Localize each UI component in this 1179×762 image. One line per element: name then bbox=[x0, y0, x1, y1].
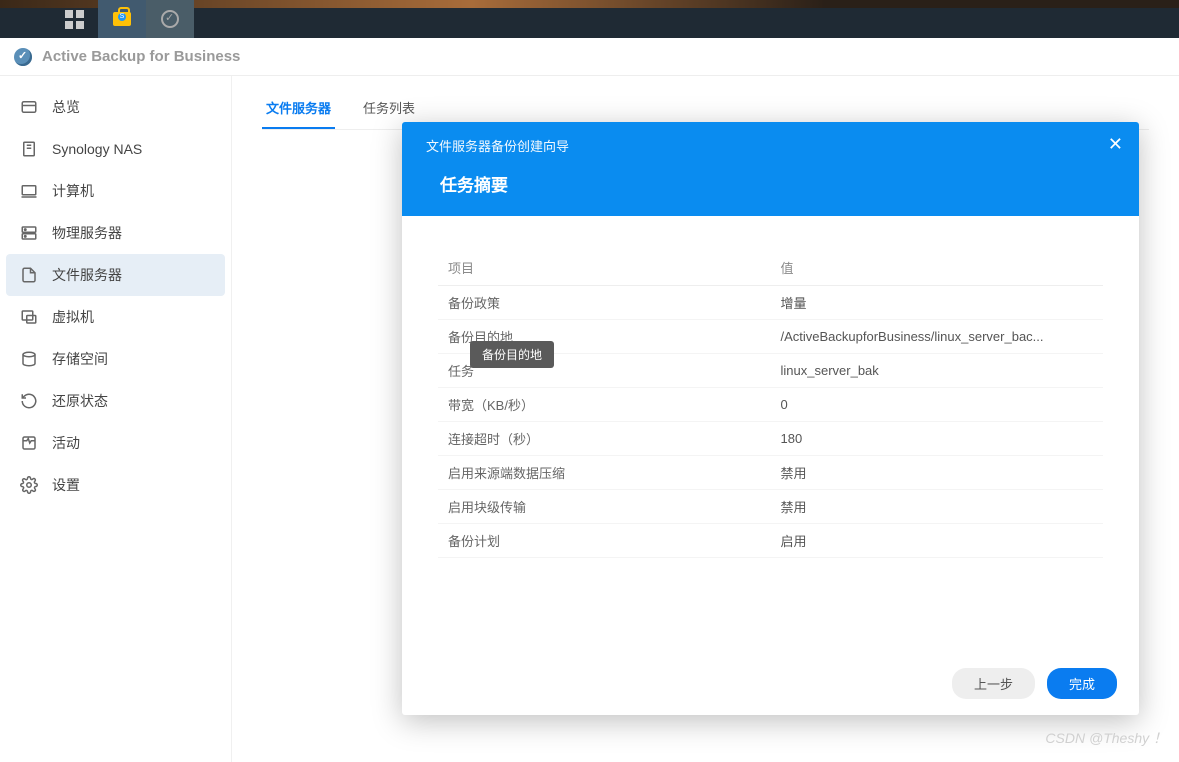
sidebar-item-activity[interactable]: 活动 bbox=[0, 422, 231, 464]
dialog-footer: 上一步 完成 bbox=[402, 652, 1139, 715]
wizard-dialog: 文件服务器备份创建向导 ✕ 任务摘要 项目 值 备份政策增量 备份目的地/Act… bbox=[402, 122, 1139, 715]
sidebar-label: Synology NAS bbox=[52, 141, 142, 157]
sidebar-label: 还原状态 bbox=[52, 391, 108, 411]
sidebar-item-settings[interactable]: 设置 bbox=[0, 464, 231, 506]
summary-table: 项目 值 备份政策增量 备份目的地/ActiveBackupforBusines… bbox=[438, 250, 1103, 558]
sidebar: 总览 Synology NAS 计算机 物理服务器 文件服务器 虚拟机 存储空间 bbox=[0, 76, 232, 762]
tooltip: 备份目的地 bbox=[470, 341, 554, 368]
restore-icon bbox=[20, 392, 38, 410]
table-row: 带宽（KB/秒）0 bbox=[438, 388, 1103, 422]
th-item: 项目 bbox=[438, 250, 771, 286]
sidebar-label: 文件服务器 bbox=[52, 265, 122, 285]
table-row: 连接超时（秒）180 bbox=[438, 422, 1103, 456]
watermark: CSDN @Theshy ！ bbox=[1045, 728, 1167, 748]
sidebar-item-overview[interactable]: 总览 bbox=[0, 86, 231, 128]
sidebar-label: 物理服务器 bbox=[52, 223, 122, 243]
dialog-title: 任务摘要 bbox=[426, 171, 1115, 196]
table-row: 启用块级传输禁用 bbox=[438, 490, 1103, 524]
sidebar-label: 存储空间 bbox=[52, 349, 108, 369]
sidebar-item-physical-server[interactable]: 物理服务器 bbox=[0, 212, 231, 254]
th-value: 值 bbox=[771, 250, 1104, 286]
table-row: 启用来源端数据压缩禁用 bbox=[438, 456, 1103, 490]
package-center-icon[interactable]: S bbox=[98, 0, 146, 38]
sidebar-item-storage[interactable]: 存储空间 bbox=[0, 338, 231, 380]
sidebar-label: 虚拟机 bbox=[52, 307, 94, 327]
dialog-header: 文件服务器备份创建向导 ✕ 任务摘要 bbox=[402, 122, 1139, 216]
sidebar-item-file-server[interactable]: 文件服务器 bbox=[6, 254, 225, 296]
sidebar-label: 活动 bbox=[52, 433, 80, 453]
nas-icon bbox=[20, 140, 38, 158]
gear-icon bbox=[20, 476, 38, 494]
sidebar-item-vm[interactable]: 虚拟机 bbox=[0, 296, 231, 338]
computer-icon bbox=[20, 182, 38, 200]
active-backup-icon[interactable] bbox=[146, 0, 194, 38]
table-row: 备份计划启用 bbox=[438, 524, 1103, 558]
system-taskbar: S bbox=[0, 0, 1179, 38]
app-header: Active Backup for Business bbox=[0, 38, 1179, 76]
tab-file-server[interactable]: 文件服务器 bbox=[262, 90, 335, 129]
app-logo-icon bbox=[14, 48, 32, 66]
apps-icon[interactable] bbox=[50, 0, 98, 38]
overview-icon bbox=[20, 98, 38, 116]
app-title: Active Backup for Business bbox=[42, 48, 240, 65]
sidebar-label: 总览 bbox=[52, 97, 80, 117]
storage-icon bbox=[20, 350, 38, 368]
sidebar-item-nas[interactable]: Synology NAS bbox=[0, 128, 231, 170]
table-row: 备份政策增量 bbox=[438, 286, 1103, 320]
prev-button[interactable]: 上一步 bbox=[952, 668, 1035, 699]
sidebar-label: 计算机 bbox=[52, 181, 94, 201]
vm-icon bbox=[20, 308, 38, 326]
dialog-subtitle: 文件服务器备份创建向导 bbox=[426, 136, 1115, 155]
activity-icon bbox=[20, 434, 38, 452]
close-icon[interactable]: ✕ bbox=[1108, 134, 1123, 155]
sidebar-item-restore[interactable]: 还原状态 bbox=[0, 380, 231, 422]
sidebar-item-computer[interactable]: 计算机 bbox=[0, 170, 231, 212]
server-icon bbox=[20, 224, 38, 242]
finish-button[interactable]: 完成 bbox=[1047, 668, 1117, 699]
file-server-icon bbox=[20, 266, 38, 284]
sidebar-label: 设置 bbox=[52, 475, 80, 495]
